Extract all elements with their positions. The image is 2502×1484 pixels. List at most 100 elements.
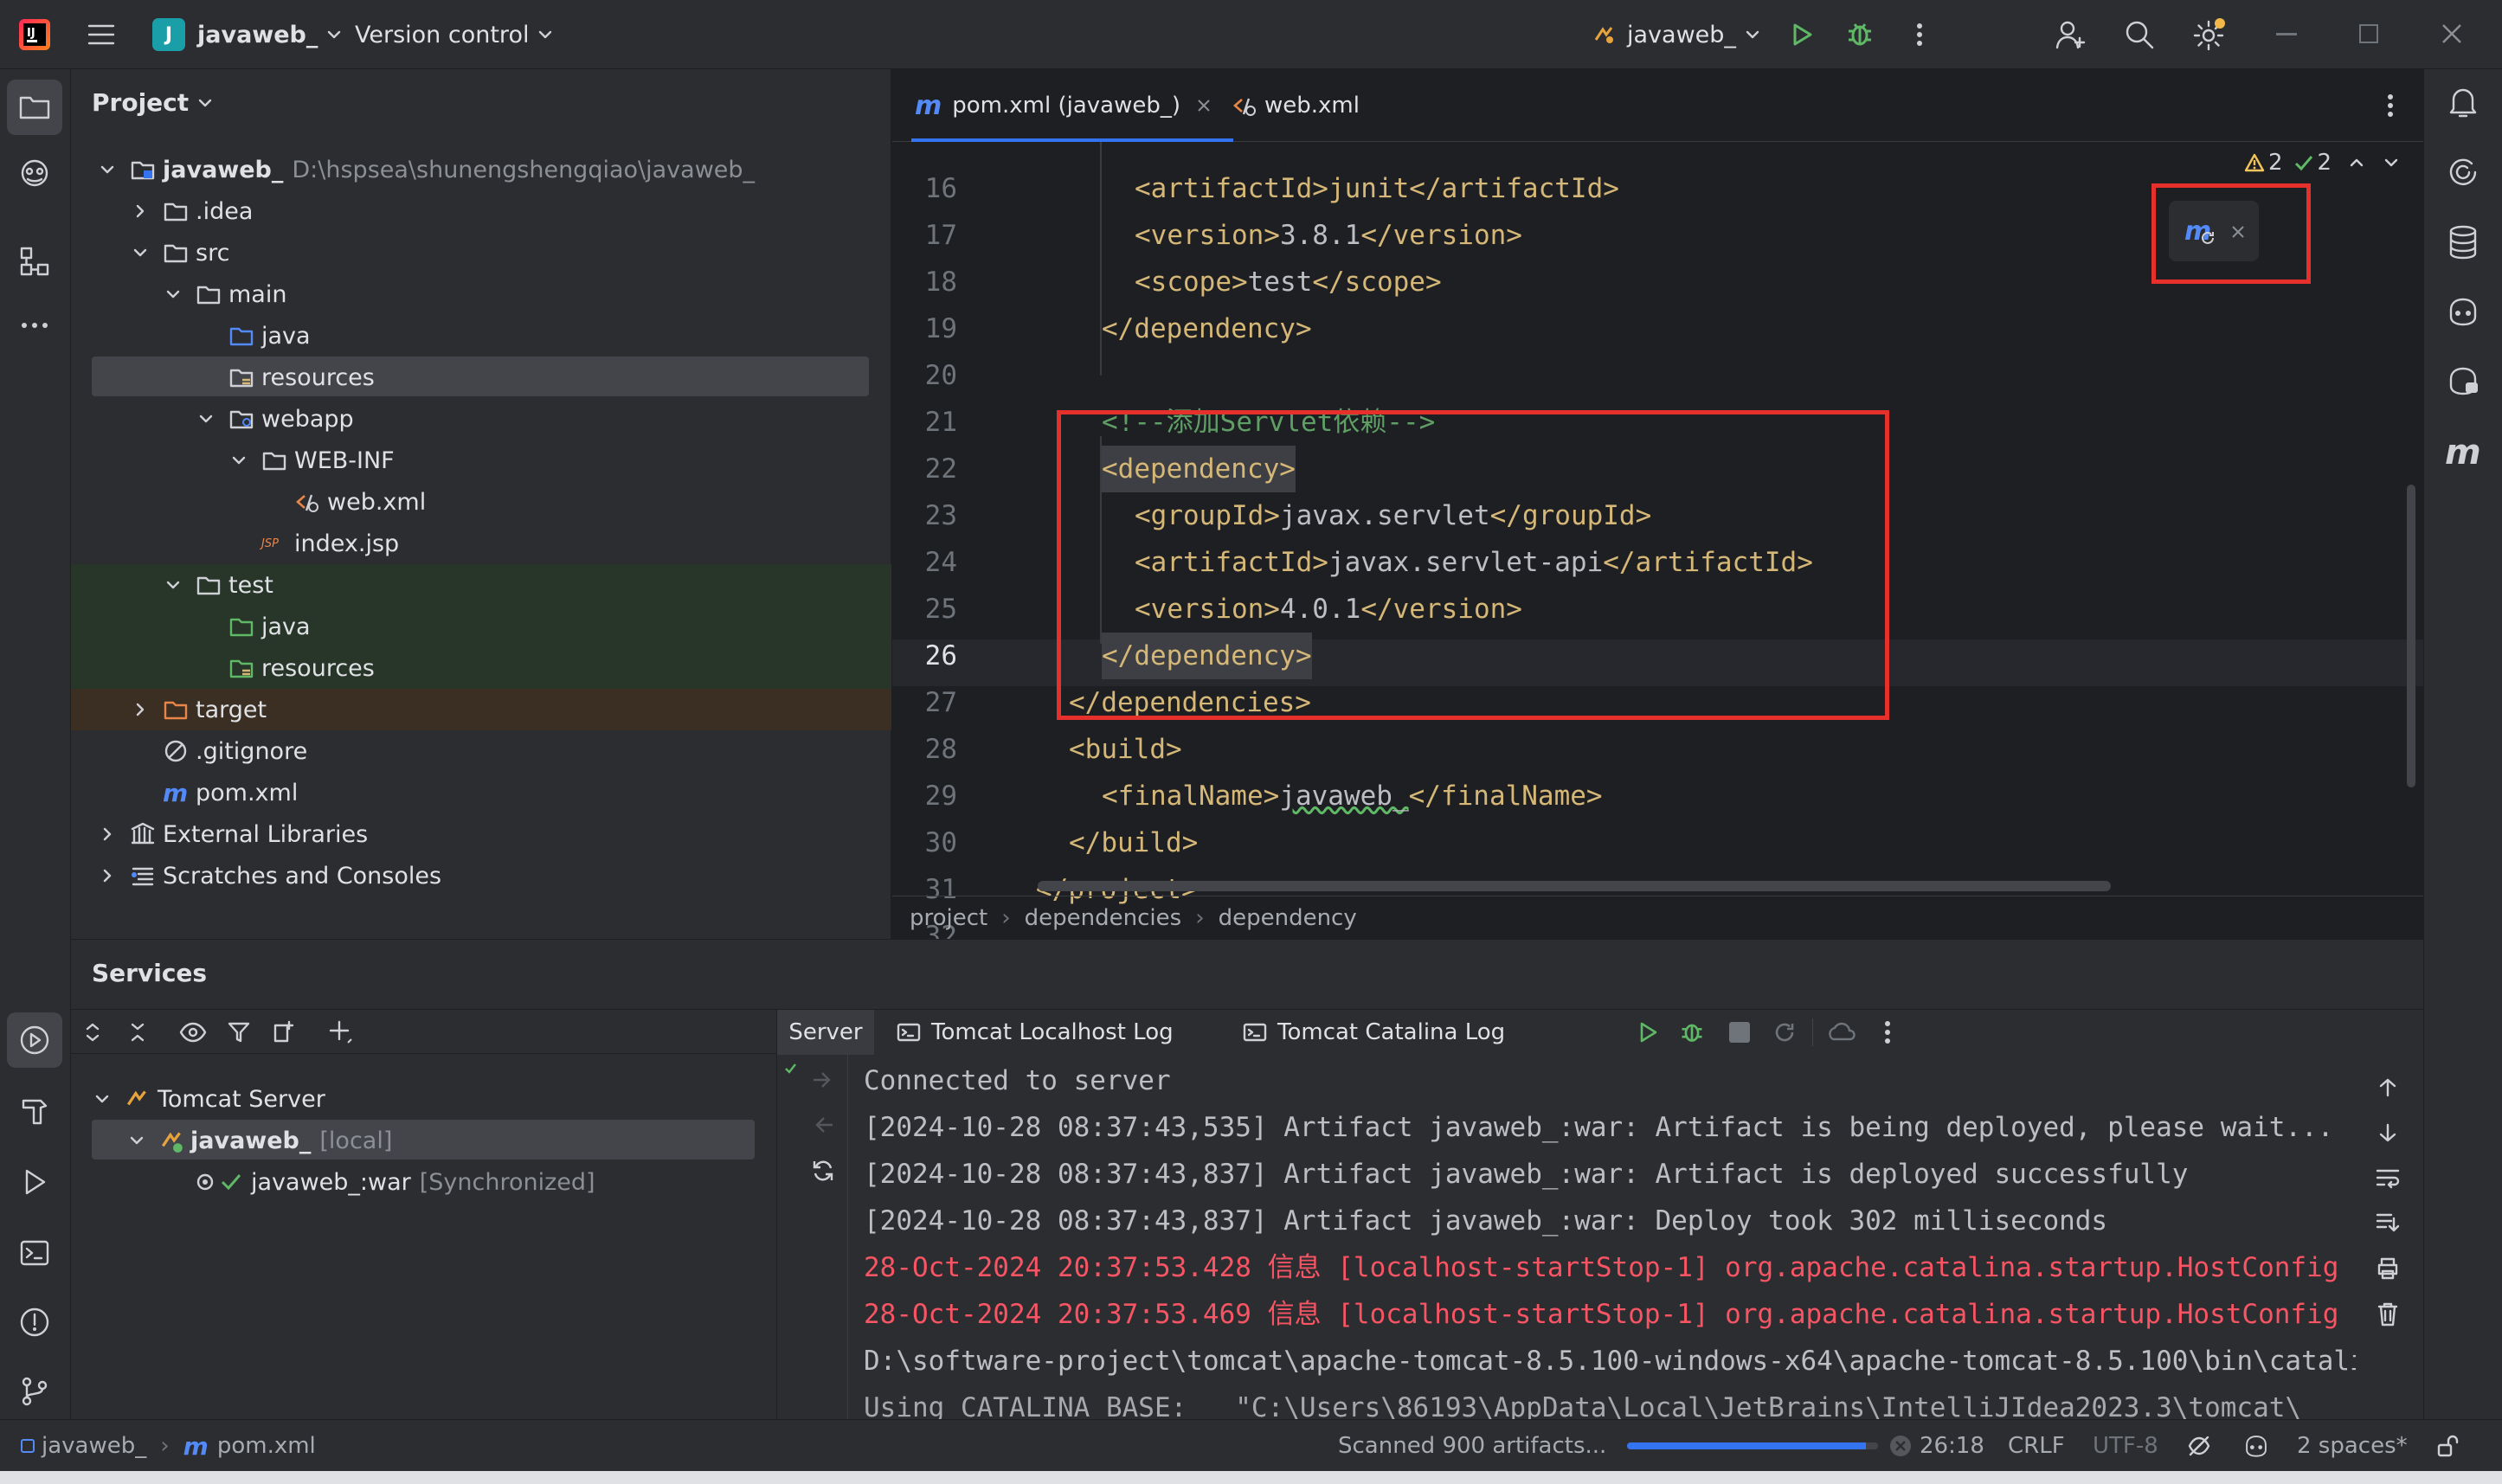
left-tool-strip	[0, 69, 71, 1419]
tree-item-scratches[interactable]: Scratches and Consoles	[71, 855, 891, 896]
project-switcher[interactable]: J javaweb_	[152, 17, 342, 52]
version-control-menu[interactable]: Version control	[355, 17, 553, 52]
inspection-profile-icon[interactable]	[2186, 1420, 2212, 1472]
debug-service-icon[interactable]	[1679, 1018, 1705, 1044]
status-breadcrumb[interactable]: javaweb_ › m pom.xml	[21, 1420, 316, 1472]
collapse-all-icon[interactable]	[128, 1022, 147, 1043]
tab-server[interactable]: Server	[777, 1010, 874, 1055]
services-tool-icon[interactable]	[7, 1012, 62, 1068]
debug-icon[interactable]	[1845, 19, 1875, 48]
tab-tomcat-catalina-log[interactable]: Tomcat Catalina Log	[1243, 1010, 1505, 1055]
tree-item-target[interactable]: target	[71, 689, 891, 730]
tab-pom-xml[interactable]: m pom.xml (javaweb_)	[915, 69, 1212, 142]
tree-item-web-xml[interactable]: web.xml	[71, 481, 891, 523]
tree-item-gitignore[interactable]: .gitignore	[71, 730, 891, 772]
commit-tool-icon[interactable]	[17, 156, 52, 190]
tree-item-src[interactable]: src	[71, 232, 891, 273]
tree-item-pom-xml[interactable]: m pom.xml	[71, 772, 891, 813]
restart-service-icon[interactable]	[1772, 1020, 1797, 1044]
scroll-up-icon[interactable]	[2377, 1076, 2399, 1099]
maximize-icon[interactable]	[2359, 24, 2378, 43]
project-panel-header[interactable]: Project	[92, 88, 213, 117]
add-service-icon[interactable]	[327, 1018, 355, 1046]
database-icon[interactable]	[2448, 225, 2478, 260]
tree-item-idea[interactable]: .idea	[71, 190, 891, 232]
breadcrumb-project[interactable]: project	[910, 905, 987, 931]
console-output[interactable]: Connected to server [2024-10-28 08:37:43…	[864, 1054, 2427, 1420]
service-javaweb-war[interactable]: javaweb_:war [Synchronized]	[194, 1161, 595, 1203]
inspection-widget[interactable]: 2 2	[2244, 147, 2399, 178]
problems-tool-icon[interactable]	[19, 1307, 50, 1338]
service-javaweb-local[interactable]: javaweb_ [local]	[128, 1120, 392, 1161]
stop-service-icon[interactable]	[1729, 1022, 1750, 1043]
chevron-down-icon[interactable]	[2383, 155, 2399, 170]
view-options-icon[interactable]	[178, 1020, 208, 1044]
more-tools-icon[interactable]	[19, 320, 50, 331]
tree-item-main-java[interactable]: java	[71, 315, 891, 357]
intellij-logo-icon[interactable]: IJ	[19, 19, 50, 50]
build-tool-icon[interactable]	[19, 1095, 50, 1127]
tree-item-javaweb-root[interactable]: javaweb_ D:\hspsea\shunengshengqiao\java…	[71, 149, 891, 190]
tree-item-main-resources[interactable]: resources	[71, 357, 891, 398]
read-only-toggle-icon[interactable]	[2435, 1420, 2460, 1472]
copilot-icon[interactable]	[2447, 296, 2479, 327]
git-tool-icon[interactable]	[19, 1376, 50, 1407]
run-config-selector[interactable]: javaweb_	[1592, 17, 1760, 52]
copilot-status-icon[interactable]	[2243, 1420, 2269, 1472]
ai-assistant-icon[interactable]	[2447, 156, 2479, 189]
clear-console-icon[interactable]	[2377, 1301, 2399, 1327]
caret-position[interactable]: 26:18	[1920, 1420, 1984, 1472]
close-window-icon[interactable]	[2441, 22, 2463, 45]
file-encoding[interactable]: UTF-8	[2093, 1420, 2158, 1472]
run-tool-icon[interactable]	[19, 1166, 50, 1198]
main-menu-icon[interactable]	[87, 21, 116, 48]
maven-tool-icon[interactable]: m	[2445, 433, 2481, 472]
background-task-indicator[interactable]: Scanned 900 artifacts...	[1338, 1420, 1913, 1472]
deploy-icon[interactable]	[1828, 1020, 1856, 1044]
run-service-icon[interactable]	[1636, 1020, 1660, 1044]
add-user-icon[interactable]	[2055, 19, 2087, 50]
tree-item-web-inf[interactable]: WEB-INF	[71, 440, 891, 481]
run-icon[interactable]	[1788, 21, 1816, 48]
expand-all-icon[interactable]	[83, 1022, 102, 1043]
new-group-icon[interactable]	[272, 1018, 298, 1044]
tree-item-index-jsp[interactable]: JSP index.jsp	[71, 523, 891, 564]
settings-gear-icon[interactable]	[2191, 17, 2226, 52]
tree-item-webapp[interactable]: webapp	[71, 398, 891, 440]
project-tool-icon[interactable]	[7, 80, 62, 135]
close-tab-icon[interactable]	[1196, 98, 1212, 113]
structure-tool-icon[interactable]	[19, 246, 50, 277]
soft-wrap-icon[interactable]	[2375, 1166, 2401, 1189]
cancel-task-icon[interactable]	[1888, 1434, 1913, 1458]
tab-options-icon[interactable]	[2384, 92, 2396, 119]
vertical-scrollbar[interactable]	[2407, 485, 2415, 787]
filter-icon[interactable]	[227, 1020, 253, 1044]
tree-item-test-resources[interactable]: resources	[71, 647, 891, 689]
notifications-icon[interactable]	[2447, 85, 2479, 119]
redeploy-icon[interactable]	[810, 1113, 836, 1137]
search-icon[interactable]	[2124, 19, 2155, 50]
breadcrumb-dependencies[interactable]: dependencies	[1025, 905, 1182, 931]
line-separator[interactable]: CRLF	[2008, 1420, 2065, 1472]
scroll-down-icon[interactable]	[2377, 1121, 2399, 1144]
update-app-icon[interactable]	[810, 1068, 836, 1092]
chevron-up-icon[interactable]	[2349, 155, 2364, 170]
minimize-icon[interactable]	[2276, 33, 2297, 35]
tree-item-main[interactable]: main	[71, 273, 891, 315]
scroll-to-end-icon[interactable]	[2375, 1211, 2401, 1234]
more-vertical-icon[interactable]	[1913, 21, 1926, 48]
tab-tomcat-localhost-log[interactable]: Tomcat Localhost Log	[897, 1010, 1174, 1055]
print-icon[interactable]	[2375, 1256, 2401, 1281]
tab-web-xml[interactable]: web.xml	[1232, 69, 1360, 142]
tree-item-external-libraries[interactable]: External Libraries	[71, 813, 891, 855]
tree-item-test[interactable]: test	[71, 564, 891, 606]
tree-item-test-java[interactable]: java	[71, 606, 891, 647]
more-vertical-icon[interactable]	[1881, 1018, 1894, 1046]
horizontal-scrollbar[interactable]	[1038, 881, 2111, 891]
terminal-tool-icon[interactable]	[19, 1237, 50, 1269]
copilot-chat-icon[interactable]	[2447, 365, 2479, 396]
service-tomcat-server[interactable]: Tomcat Server	[93, 1078, 325, 1120]
indent-setting[interactable]: 2 spaces*	[2297, 1420, 2408, 1472]
breadcrumb-dependency[interactable]: dependency	[1219, 905, 1357, 931]
refresh-icon[interactable]	[810, 1158, 836, 1184]
